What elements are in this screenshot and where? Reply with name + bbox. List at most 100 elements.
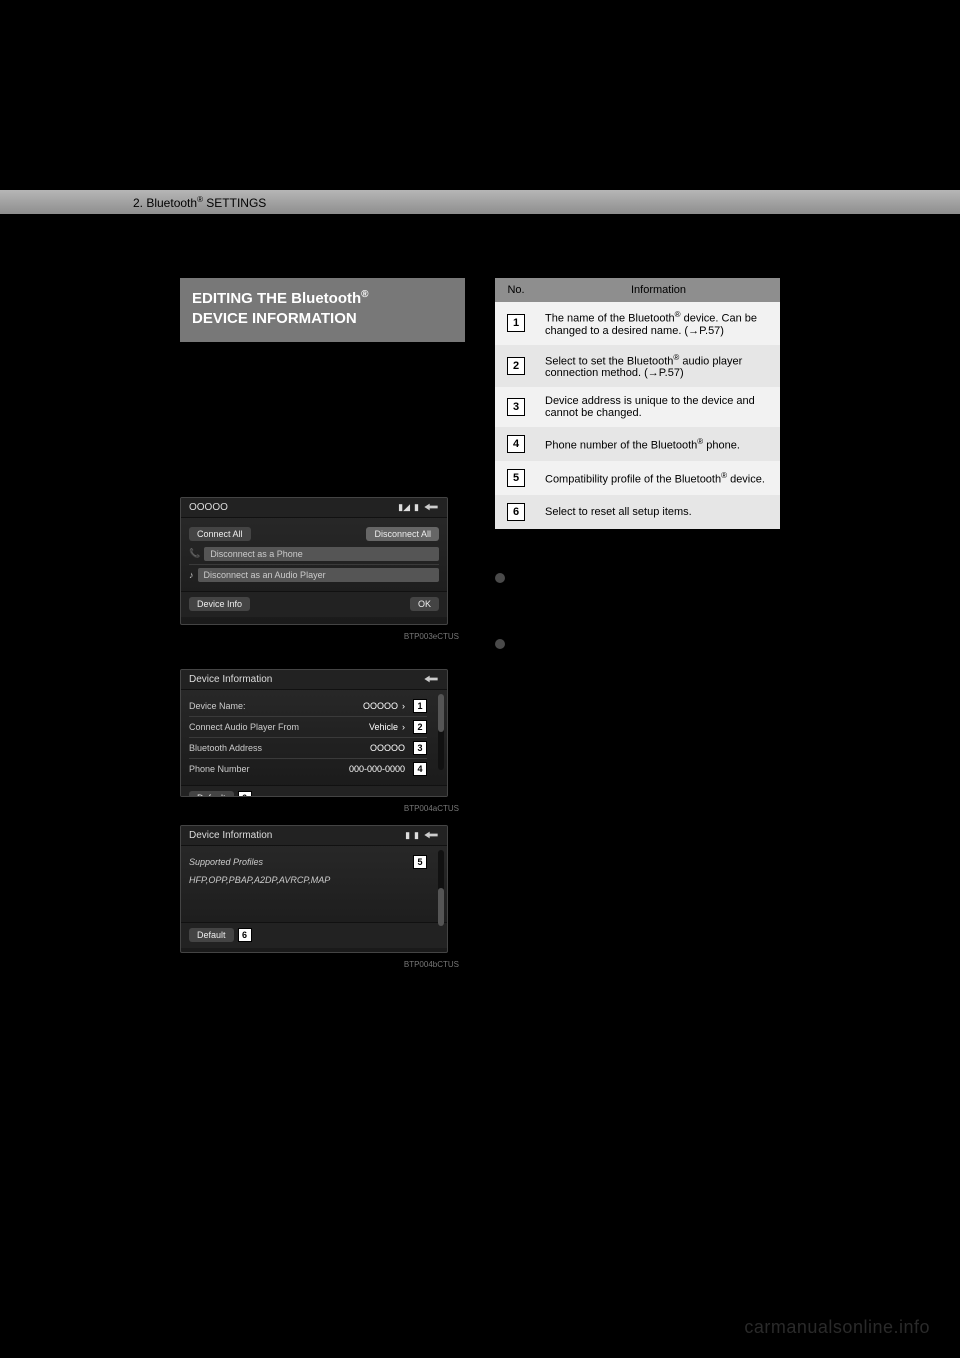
screenshot-connect-dialog: OOOOO ▮◢ ▮ Connect All Disconnect All 📞 … — [180, 497, 448, 625]
device-name-label: Device Name: — [189, 701, 246, 711]
chevron-right-icon: › — [402, 722, 405, 732]
device-name-value: OOOOO — [363, 701, 398, 711]
content-columns: EDITING THE Bluetooth® DEVICE INFORMATIO… — [180, 278, 780, 973]
callout-2: 2 — [413, 720, 427, 734]
screenshot2-titlebar: Device Information — [181, 670, 447, 690]
supported-profiles-label: Supported Profiles — [189, 857, 263, 867]
disconnect-phone-button[interactable]: Disconnect as a Phone — [204, 547, 439, 561]
callout-6b: 6 — [238, 928, 252, 942]
chapter-header-text: 2. Bluetooth® SETTINGS — [133, 195, 266, 210]
manual-page: 2. Bluetooth® SETTINGS EDITING THE Bluet… — [0, 0, 960, 1358]
row-info-2: Select to set the Bluetooth® audio playe… — [537, 345, 780, 388]
bullet-icon — [495, 639, 505, 649]
row-info-3: Device address is unique to the device a… — [537, 387, 780, 427]
phone-icon: 📞 — [189, 548, 200, 559]
row-number-3: 3 — [507, 398, 525, 416]
callout-6: 6 — [238, 791, 252, 797]
bt-address-row: Bluetooth Address OOOOO3 — [189, 738, 427, 759]
music-note-icon: ♪ — [189, 570, 194, 580]
screenshot1-footer: Device Info OK — [181, 591, 447, 617]
phone-number-value: 000-000-0000 — [349, 764, 405, 774]
bullet-icon — [495, 573, 505, 583]
phone-number-row: Phone Number 000-000-0000 4 — [189, 759, 427, 779]
battery-icon: ▮ — [414, 830, 419, 841]
notes-list — [495, 571, 780, 677]
profiles-value-row: HFP,OPP,PBAP,A2DP,AVRCP,MAP — [189, 872, 427, 888]
row-info-6: Select to reset all setup items. — [537, 495, 780, 529]
row-number-4: 4 — [507, 435, 525, 453]
connect-from-label: Connect Audio Player From — [189, 722, 299, 732]
battery-icon: ▮ — [414, 502, 419, 513]
table-row: 4 Phone number of the Bluetooth® phone. — [495, 427, 780, 461]
table-row: 3 Device address is unique to the device… — [495, 387, 780, 427]
left-column: EDITING THE Bluetooth® DEVICE INFORMATIO… — [180, 278, 465, 973]
status-icons-2: ▮ ▮ — [405, 830, 439, 841]
back-icon — [423, 830, 439, 840]
row-info-5: Compatibility profile of the Bluetooth® … — [537, 461, 780, 495]
row-info-4: Phone number of the Bluetooth® phone. — [537, 427, 780, 461]
note-text-2 — [515, 637, 775, 677]
supported-profiles-row: Supported Profiles 5 — [189, 852, 427, 872]
table-row: 6 Select to reset all setup items. — [495, 495, 780, 529]
screenshot2-title: Device Information — [189, 674, 272, 685]
ok-button[interactable]: OK — [410, 597, 439, 611]
scrollbar[interactable] — [438, 694, 444, 770]
device-info-button[interactable]: Device Info — [189, 597, 250, 611]
table-header-info: Information — [537, 278, 780, 302]
table-row: 5 Compatibility profile of the Bluetooth… — [495, 461, 780, 495]
screenshot3-title: Device Information — [189, 830, 272, 841]
chevron-right-icon: › — [402, 701, 405, 711]
screenshot-device-info-1: Device Information Device Name: OOOOO›1 … — [180, 669, 448, 797]
screenshot2-id: BTP004aCTUS — [180, 803, 465, 817]
screenshot3-footer: Default 6 — [181, 922, 447, 948]
watermark-text: carmanualsonline.info — [744, 1317, 930, 1338]
default-button[interactable]: Default — [189, 928, 234, 942]
device-name-row[interactable]: Device Name: OOOOO›1 — [189, 696, 427, 717]
screenshot3-id: BTP004bCTUS — [180, 959, 465, 973]
screenshot1-id: BTP003eCTUS — [180, 631, 465, 645]
connect-from-row[interactable]: Connect Audio Player From Vehicle › 2 — [189, 717, 427, 738]
back-icon — [423, 502, 439, 512]
signal-icon: ▮◢ — [398, 502, 410, 513]
signal-icon: ▮ — [405, 830, 410, 841]
row-number-5: 5 — [507, 469, 525, 487]
screenshot-device-info-2: Device Information ▮ ▮ Supported Profile… — [180, 825, 448, 953]
note-item — [495, 637, 780, 677]
table-header-no: No. — [495, 278, 537, 302]
screenshot3-titlebar: Device Information ▮ ▮ — [181, 826, 447, 846]
note-item — [495, 571, 780, 611]
screenshot3-body: Supported Profiles 5 HFP,OPP,PBAP,A2DP,A… — [181, 846, 447, 922]
callout-5: 5 — [413, 855, 427, 869]
connect-all-button[interactable]: Connect All — [189, 527, 251, 541]
table-row: 2 Select to set the Bluetooth® audio pla… — [495, 345, 780, 388]
row-number-2: 2 — [507, 357, 525, 375]
back-icon — [423, 674, 439, 684]
screenshot2-body: Device Name: OOOOO›1 Connect Audio Playe… — [181, 690, 447, 785]
chapter-header-bar: 2. Bluetooth® SETTINGS — [0, 190, 960, 214]
disconnect-all-button[interactable]: Disconnect All — [366, 527, 439, 541]
screenshot1-body: Connect All Disconnect All 📞 Disconnect … — [181, 518, 447, 591]
information-table: No. Information 1 The name of the Blueto… — [495, 278, 780, 529]
note-text-1 — [515, 571, 775, 611]
row-number-6: 6 — [507, 503, 525, 521]
callout-4: 4 — [413, 762, 427, 776]
profiles-value: HFP,OPP,PBAP,A2DP,AVRCP,MAP — [189, 875, 330, 885]
row-info-1: The name of the Bluetooth® device. Can b… — [537, 302, 780, 345]
bt-address-label: Bluetooth Address — [189, 743, 262, 753]
scrollbar-thumb[interactable] — [438, 694, 444, 732]
screenshot1-titlebar: OOOOO ▮◢ ▮ — [181, 498, 447, 518]
phone-number-label: Phone Number — [189, 764, 250, 774]
row-number-1: 1 — [507, 314, 525, 332]
screenshot2-footer: Default 6 — [181, 785, 447, 797]
scrollbar[interactable] — [438, 850, 444, 926]
intro-paragraph-area — [180, 342, 465, 497]
table-row: 1 The name of the Bluetooth® device. Can… — [495, 302, 780, 345]
default-button[interactable]: Default — [189, 791, 234, 797]
disconnect-audio-button[interactable]: Disconnect as an Audio Player — [198, 568, 440, 582]
right-column: No. Information 1 The name of the Blueto… — [495, 278, 780, 973]
connect-from-value: Vehicle — [369, 722, 398, 732]
section-title: EDITING THE Bluetooth® DEVICE INFORMATIO… — [180, 278, 465, 342]
scrollbar-thumb[interactable] — [438, 888, 444, 926]
status-icons: ▮◢ ▮ — [398, 502, 439, 513]
callout-3: 3 — [413, 741, 427, 755]
